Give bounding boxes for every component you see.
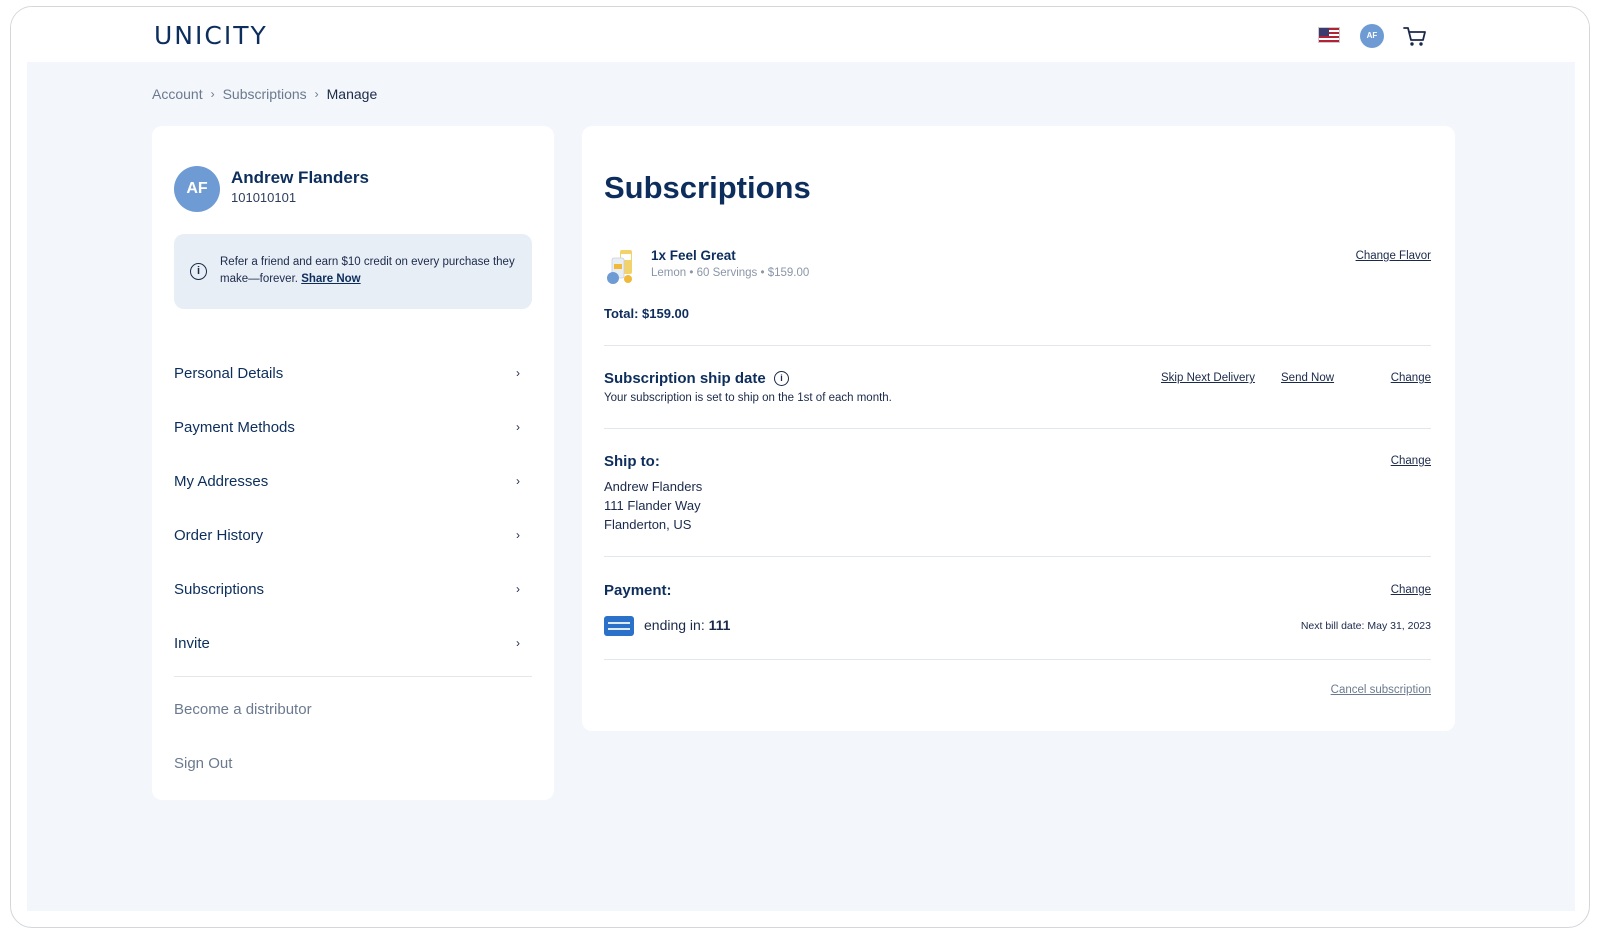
address-street: 111 Flander Way — [604, 498, 701, 513]
change-ship-date-link[interactable]: Change — [1391, 372, 1431, 384]
payment-title: Payment: — [604, 582, 672, 599]
share-now-link[interactable]: Share Now — [301, 273, 360, 285]
menu-item-label: Personal Details — [174, 364, 284, 382]
menu-item-label: Invite — [174, 634, 210, 652]
product-image — [607, 250, 632, 284]
chevron-right-icon: › — [516, 582, 520, 596]
divider — [604, 556, 1431, 557]
subscription-panel: Subscriptions 1x Feel Great Lemon • 60 S… — [582, 126, 1455, 731]
card-ending-label: ending in: — [644, 617, 709, 633]
page-title: Subscriptions — [604, 170, 811, 205]
menu-item-order-history[interactable]: Order History › — [174, 508, 532, 562]
profile-avatar: AF — [174, 166, 220, 212]
menu-item-label: My Addresses — [174, 472, 269, 490]
ship-to-title: Ship to: — [604, 453, 660, 470]
become-distributor-link[interactable]: Become a distributor — [174, 701, 532, 718]
breadcrumb-manage: Manage — [326, 86, 378, 102]
profile-name: Andrew Flanders — [231, 168, 369, 187]
change-address-link[interactable]: Change — [1391, 455, 1431, 467]
divider — [604, 659, 1431, 660]
sign-out-link[interactable]: Sign Out — [174, 755, 532, 772]
chevron-right-icon: › — [516, 528, 520, 542]
ship-date-description: Your subscription is set to ship on the … — [604, 392, 892, 404]
breadcrumb-subscriptions[interactable]: Subscriptions — [223, 86, 307, 102]
menu-item-label: Subscriptions — [174, 580, 265, 598]
referral-text: Refer a friend and earn $10 credit on ev… — [220, 254, 520, 288]
menu-item-personal-details[interactable]: Personal Details › — [174, 346, 532, 400]
account-avatar[interactable]: AF — [1360, 24, 1384, 48]
info-icon[interactable]: i — [774, 371, 789, 386]
referral-message: Refer a friend and earn $10 credit on ev… — [220, 256, 515, 285]
chevron-right-icon: › — [210, 87, 215, 101]
chevron-right-icon: › — [516, 420, 520, 434]
card-ending-digits: 111 — [708, 617, 731, 633]
cart-icon[interactable] — [1402, 25, 1428, 49]
address-name: Andrew Flanders — [604, 479, 703, 494]
cancel-subscription-link[interactable]: Cancel subscription — [1331, 684, 1431, 696]
address-city: Flanderton, US — [604, 517, 692, 532]
divider — [604, 428, 1431, 429]
menu-divider — [174, 676, 532, 677]
menu-item-payment-methods[interactable]: Payment Methods › — [174, 400, 532, 454]
menu-item-label: Order History — [174, 526, 264, 544]
info-icon: i — [190, 263, 207, 280]
breadcrumb-account[interactable]: Account — [152, 86, 203, 102]
card-ending: ending in: 111 — [644, 617, 730, 633]
breadcrumb: Account › Subscriptions › Manage — [152, 86, 377, 102]
chevron-right-icon: › — [516, 366, 520, 380]
chevron-right-icon: › — [516, 636, 520, 650]
ship-date-title: Subscription ship date — [604, 370, 766, 387]
menu-item-subscriptions[interactable]: Subscriptions › — [174, 562, 532, 616]
amex-card-icon — [604, 616, 634, 636]
order-total: Total: $159.00 — [604, 306, 690, 321]
top-navigation-bar: UNICITY AF — [11, 7, 1589, 62]
product-name: 1x Feel Great — [651, 248, 736, 263]
divider — [604, 345, 1431, 346]
browser-frame: UNICITY AF Account › Subscriptions › Man… — [10, 6, 1590, 928]
account-menu: Personal Details › Payment Methods › My … — [174, 346, 532, 670]
skip-next-delivery-link[interactable]: Skip Next Delivery — [1161, 372, 1255, 384]
next-bill-date: Next bill date: May 31, 2023 — [1300, 620, 1431, 632]
unicity-logo[interactable]: UNICITY — [154, 21, 268, 50]
send-now-link[interactable]: Send Now — [1281, 372, 1334, 384]
chevron-right-icon: › — [516, 474, 520, 488]
profile-id: 101010101 — [231, 190, 297, 205]
menu-item-my-addresses[interactable]: My Addresses › — [174, 454, 532, 508]
account-sidebar: AF Andrew Flanders 101010101 i Refer a f… — [152, 126, 554, 800]
us-flag-icon[interactable] — [1318, 27, 1340, 43]
chevron-right-icon: › — [314, 87, 319, 101]
change-flavor-link[interactable]: Change Flavor — [1356, 250, 1431, 262]
product-details: Lemon • 60 Servings • $159.00 — [651, 267, 810, 279]
change-payment-link[interactable]: Change — [1391, 584, 1431, 596]
referral-banner: i Refer a friend and earn $10 credit on … — [174, 234, 532, 309]
page-content: Account › Subscriptions › Manage AF Andr… — [27, 62, 1575, 911]
menu-item-invite[interactable]: Invite › — [174, 616, 532, 670]
menu-item-label: Payment Methods — [174, 418, 295, 436]
